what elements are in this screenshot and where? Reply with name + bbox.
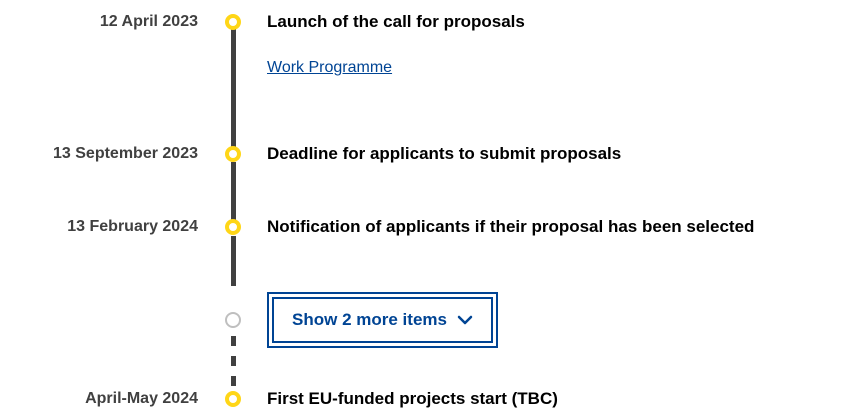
timeline-marker-icon — [225, 14, 241, 30]
collapsed-marker-icon — [225, 312, 241, 328]
timeline-item-date: 12 April 2023 — [99, 13, 198, 30]
show-more-label: Show 2 more items — [292, 310, 447, 329]
timeline-item-title: Launch of the call for proposals — [267, 12, 525, 31]
timeline-line-segment — [231, 236, 236, 286]
timeline-item-title: First EU-funded projects start (TBC) — [267, 389, 558, 408]
timeline-item-date: April-May 2024 — [85, 390, 198, 407]
show-more-button-inner[interactable]: Show 2 more items — [272, 297, 493, 343]
chevron-down-icon — [457, 315, 473, 325]
timeline-line-dashed — [231, 336, 236, 396]
timeline-item-title: Notification of applicants if their prop… — [267, 217, 755, 236]
timeline-item-date: 13 February 2024 — [67, 218, 198, 235]
work-programme-link[interactable]: Work Programme — [267, 59, 392, 77]
timeline-marker-icon — [225, 146, 241, 162]
timeline-line-segment — [231, 162, 236, 220]
timeline-line-segment — [231, 28, 236, 156]
timeline-marker-icon — [225, 219, 241, 235]
timeline-marker-icon — [225, 391, 241, 407]
timeline-item-date: 13 September 2023 — [53, 145, 198, 162]
timeline: 12 April 2023 Launch of the call for pro… — [0, 0, 854, 414]
show-more-button[interactable]: Show 2 more items — [267, 292, 498, 348]
timeline-item-title: Deadline for applicants to submit propos… — [267, 144, 622, 163]
